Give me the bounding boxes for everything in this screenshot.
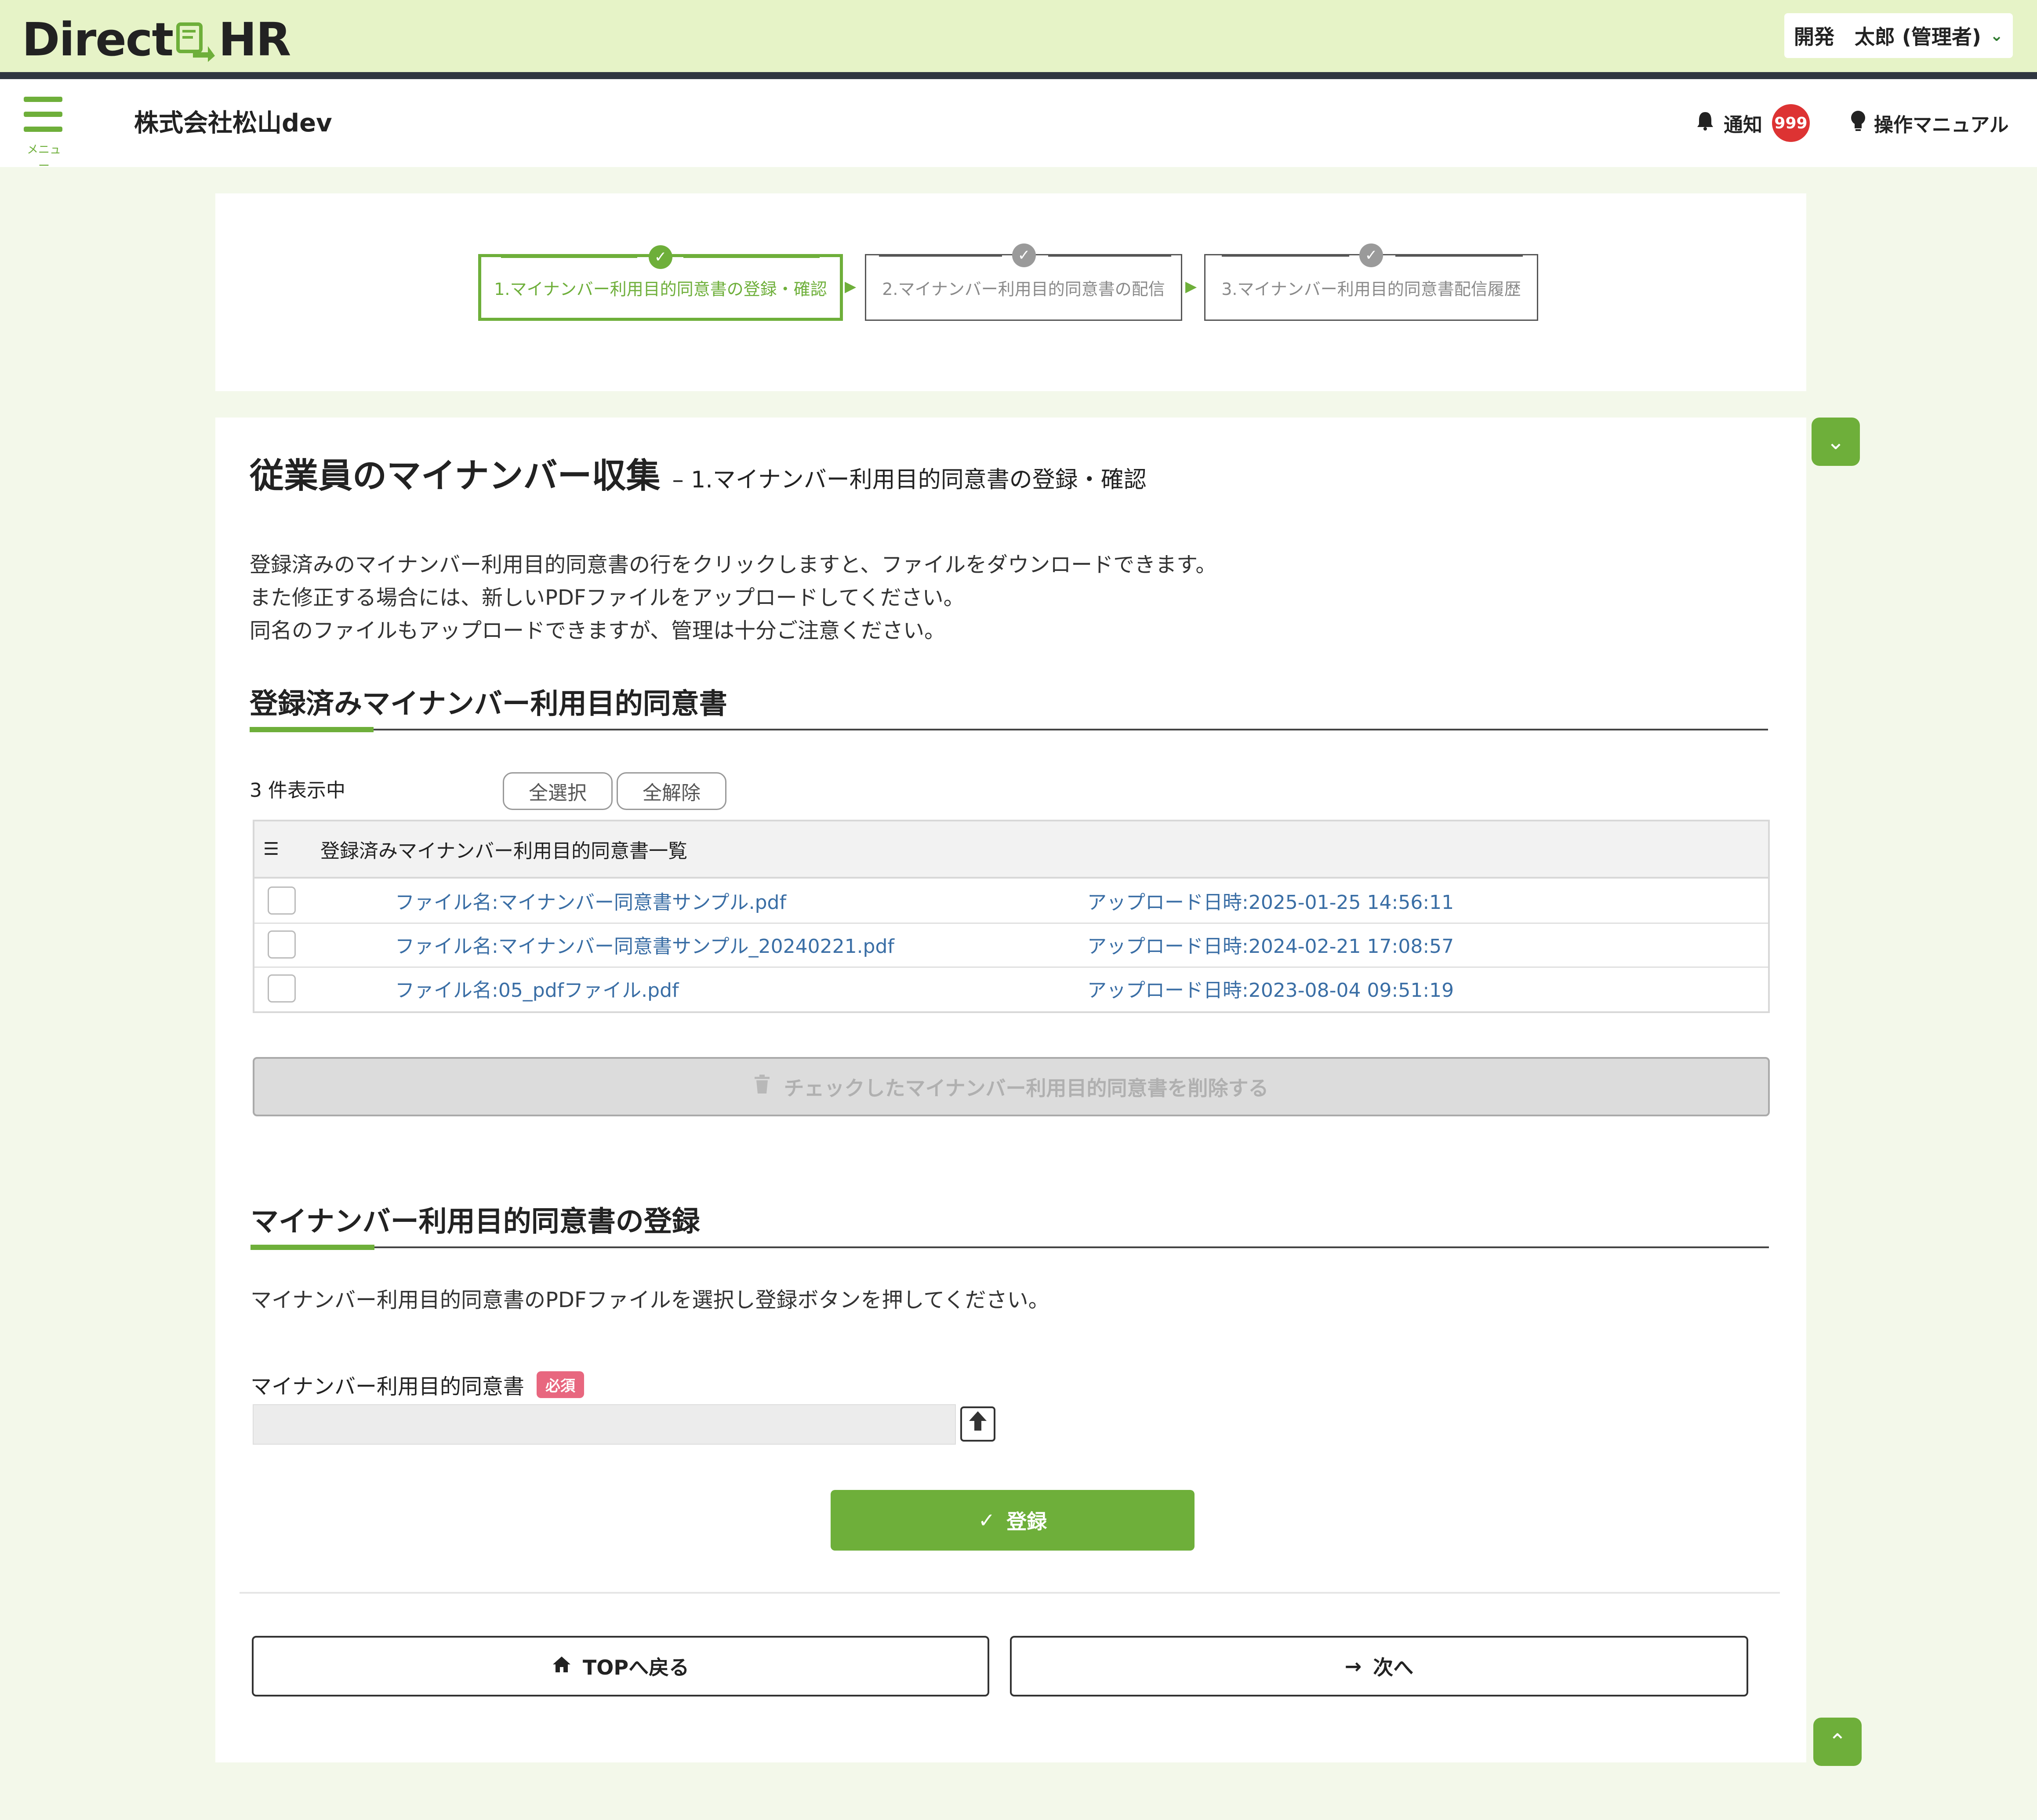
scroll-to-top-button[interactable]: ⌃ (1813, 1718, 1862, 1766)
manual-link[interactable]: 操作マニュアル (1850, 105, 2009, 141)
check-icon: ✓ (1359, 243, 1383, 267)
arrow-right-icon: → (1344, 1654, 1362, 1678)
step-arrow-icon: ▶ (1185, 278, 1197, 295)
section-accent (250, 727, 374, 732)
section-accent (251, 1245, 374, 1250)
section-divider (250, 729, 1768, 730)
description-line-3: 同名のファイルもアップロードできますが、管理は十分ご注意ください。 (250, 618, 946, 643)
step-3-line (1222, 255, 1349, 257)
consent-file-field-label: マイナンバー利用目的同意書 必須 (251, 1369, 585, 1400)
hamburger-icon (24, 97, 62, 102)
step-2-line (1048, 255, 1171, 257)
upload-icon (968, 1410, 988, 1438)
file-name[interactable]: ファイル名:05_pdfファイル.pdf (395, 974, 679, 1003)
logo-text-right: HR (218, 13, 291, 66)
logo-mark-icon (175, 19, 216, 62)
registered-section-title: 登録済みマイナンバー利用目的同意書 (250, 688, 727, 720)
check-icon: ✓ (978, 1508, 995, 1532)
field-label-text: マイナンバー利用目的同意書 (251, 1374, 525, 1399)
description-line-2: また修正する場合には、新しいPDFファイルをアップロードしてください。 (250, 585, 965, 610)
consent-file-input[interactable] (253, 1404, 956, 1445)
table-row[interactable]: ファイル名:05_pdfファイル.pdf アップロード日時:2023-08-04… (254, 966, 1768, 1010)
table-row[interactable]: ファイル名:マイナンバー同意書サンプル.pdf アップロード日時:2025-01… (254, 879, 1768, 924)
step-2-label: 2.マイナンバー利用目的同意書の配信 (882, 279, 1165, 299)
logo-text-left: Direct (22, 13, 174, 66)
table-title: 登録済みマイナンバー利用目的同意書一覧 (320, 840, 688, 862)
notification-label: 通知 (1724, 114, 1762, 136)
required-badge: 必須 (537, 1371, 585, 1398)
upload-date: アップロード日時:2023-08-04 09:51:19 (1087, 979, 1454, 1002)
upload-button[interactable] (960, 1406, 995, 1442)
page-title-main: 従業員のマイナンバー収集 (250, 456, 661, 496)
upload-date: アップロード日時:2025-01-25 14:56:11 (1087, 891, 1454, 914)
step-1-label: 1.マイナンバー利用目的同意書の登録・確認 (494, 279, 827, 299)
trash-icon (754, 1074, 770, 1099)
list-icon: ☰ (263, 839, 279, 859)
deselect-all-button[interactable]: 全解除 (617, 772, 726, 810)
next-button-label: 次へ (1373, 1656, 1414, 1679)
table-row[interactable]: ファイル名:マイナンバー同意書サンプル_20240221.pdf アップロード日… (254, 923, 1768, 968)
chevron-up-icon: ⌃ (1828, 1729, 1847, 1755)
step-1-line (501, 256, 637, 258)
lightbulb-icon (1850, 110, 1866, 137)
section-divider (251, 1246, 1769, 1248)
logo[interactable]: Direct HR (22, 9, 291, 70)
registration-section-title: マイナンバー利用目的同意書の登録 (251, 1206, 700, 1238)
back-to-top-button[interactable]: TOPへ戻る (252, 1636, 989, 1696)
register-button-label: 登録 (1006, 1510, 1047, 1533)
home-icon (552, 1654, 571, 1678)
brand-bar-divider (0, 72, 2037, 79)
register-button[interactable]: ✓ 登録 (831, 1490, 1195, 1551)
page-subtitle: – 1.マイナンバー利用目的同意書の登録・確認 (672, 467, 1147, 493)
back-button-label: TOPへ戻る (582, 1656, 690, 1679)
next-button[interactable]: → 次へ (1010, 1636, 1748, 1696)
company-name: 株式会社松山dev (134, 109, 332, 138)
menu-button[interactable]: メニュー (22, 92, 70, 173)
upload-date: アップロード日時:2024-02-21 17:08:57 (1087, 935, 1454, 958)
registered-files-table: ☰ 登録済みマイナンバー利用目的同意書一覧 ファイル名:マイナンバー同意書サンプ… (253, 820, 1770, 1013)
check-icon: ✓ (649, 245, 672, 269)
description-line-1: 登録済みのマイナンバー利用目的同意書の行をクリックしますと、ファイルをダウンロー… (250, 552, 1217, 577)
step-1-line (683, 256, 820, 258)
file-name[interactable]: ファイル名:マイナンバー同意書サンプル.pdf (395, 886, 786, 915)
row-checkbox[interactable] (268, 974, 296, 1003)
step-3-label: 3.マイナンバー利用目的同意書配信履歴 (1221, 279, 1521, 299)
menu-label: メニュー (26, 143, 61, 173)
hamburger-icon-bar (24, 127, 62, 132)
user-menu[interactable]: 開発 太郎 (管理者) ⌄ (1784, 13, 2013, 58)
row-checkbox[interactable] (268, 930, 296, 959)
delete-checked-button[interactable]: チェックしたマイナンバー利用目的同意書を削除する (253, 1057, 1770, 1116)
footer-divider (240, 1592, 1780, 1594)
hamburger-icon-bar (24, 112, 62, 117)
delete-button-label: チェックしたマイナンバー利用目的同意書を削除する (784, 1076, 1269, 1100)
check-icon: ✓ (1012, 243, 1036, 267)
file-name[interactable]: ファイル名:マイナンバー同意書サンプル_20240221.pdf (395, 930, 894, 959)
page-title: 従業員のマイナンバー収集 – 1.マイナンバー利用目的同意書の登録・確認 (250, 448, 1147, 498)
bell-icon (1696, 111, 1714, 135)
result-count: 3 件表示中 (250, 779, 345, 802)
registration-description: マイナンバー利用目的同意書のPDFファイルを選択し登録ボタンを押してください。 (251, 1288, 1049, 1312)
manual-label: 操作マニュアル (1874, 114, 2009, 136)
notification-count-badge: 999 (1772, 104, 1810, 142)
chevron-down-icon: ⌄ (1990, 26, 2004, 45)
collapse-button[interactable]: ⌄ (1812, 418, 1860, 466)
select-all-button[interactable]: 全選択 (503, 772, 613, 810)
table-header: ☰ 登録済みマイナンバー利用目的同意書一覧 (254, 821, 1768, 879)
brand-bar (0, 0, 2037, 72)
user-name: 開発 太郎 (管理者) (1794, 25, 1981, 49)
notification-button[interactable]: 通知 999 (1696, 104, 1810, 142)
step-3-line (1395, 255, 1523, 257)
step-2-line (879, 255, 1002, 257)
row-checkbox[interactable] (268, 886, 296, 915)
step-arrow-icon: ▶ (845, 278, 857, 295)
chevron-down-icon: ⌄ (1826, 429, 1845, 454)
